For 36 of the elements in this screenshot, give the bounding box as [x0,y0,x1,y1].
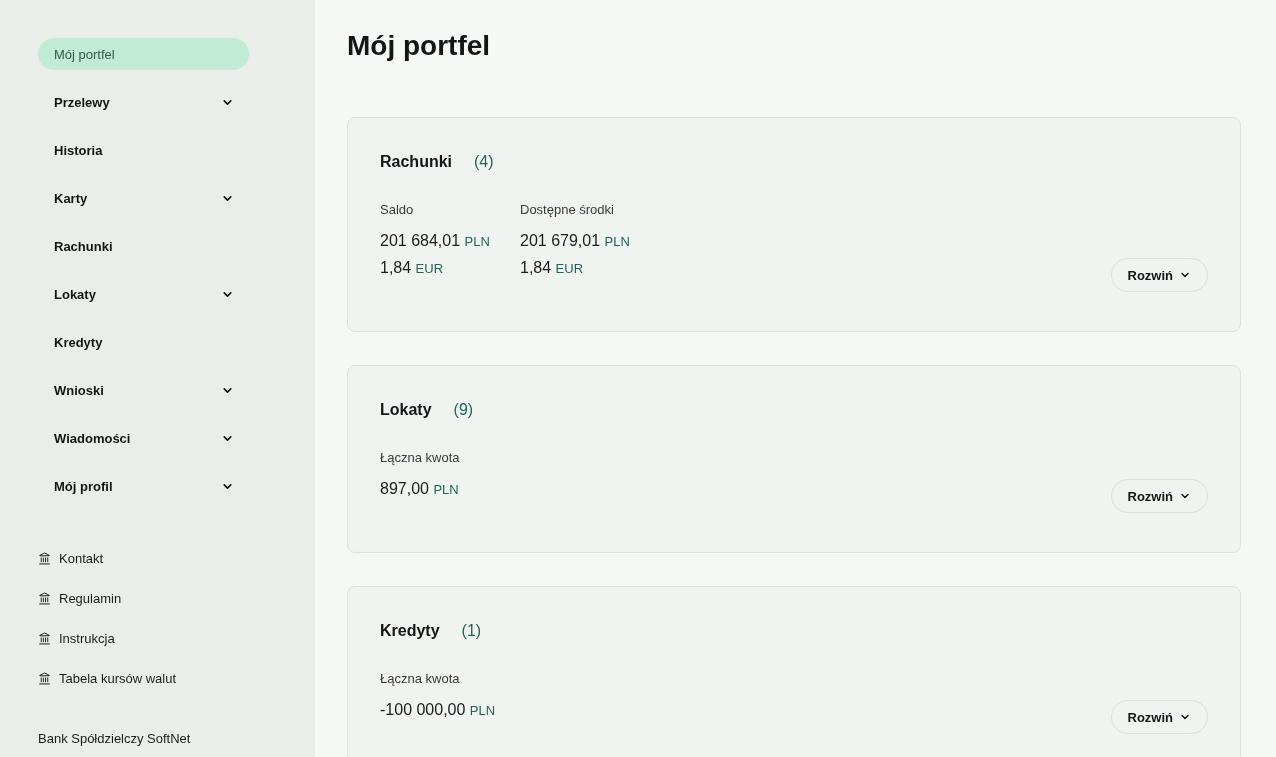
nav-item[interactable]: Kredyty [38,326,249,358]
amount-label: Łączna kwota [380,449,460,467]
amount-value: 201 684,01 PLN [380,231,490,251]
nav-item[interactable]: Wiadomości [38,422,249,454]
nav-item[interactable]: Rachunki [38,230,249,262]
sidebar-link[interactable]: Regulamin [38,588,122,608]
nav-item[interactable]: Historia [38,134,249,166]
bank-building-icon [38,631,51,645]
nav-item[interactable]: Lokaty [38,278,249,310]
nav-item[interactable]: Mój portfel [38,38,249,70]
item-count: (1) [461,622,482,640]
amount-value: -100 000,00 PLN [380,700,496,720]
amount-value: 201 679,01 PLN [520,231,630,251]
nav-item[interactable]: Mój profil [38,470,249,502]
amount-label: Saldo [380,201,414,219]
nav-item[interactable]: Przelewy [38,86,249,118]
card-title: Rachunki [380,153,452,171]
bank-building-icon [38,591,51,605]
card-title: Lokaty [380,401,432,419]
amount-value: 1,84 EUR [380,258,444,278]
amount-value: 1,84 EUR [520,258,584,278]
sidebar-link[interactable]: Kontakt [38,548,104,568]
sidebar-link[interactable]: Instrukcja [38,628,115,648]
page-title: Mój portfel [347,29,491,63]
card-title: Kredyty [380,622,440,640]
item-count: (4) [474,153,494,171]
nav-item[interactable]: Karty [38,182,249,214]
nav-item[interactable]: Wnioski [38,374,249,406]
item-count: (9) [453,401,474,419]
sidebar-link[interactable]: Tabela kursów walut [38,668,177,688]
bank-name: Bank Spółdzielczy SoftNet [38,730,192,748]
amount-label: Dostępne środki [520,201,614,219]
bank-building-icon [38,551,51,565]
amount-value: 897,00 PLN [380,479,459,499]
amount-label: Łączna kwota [380,670,460,688]
bank-building-icon [38,671,51,685]
